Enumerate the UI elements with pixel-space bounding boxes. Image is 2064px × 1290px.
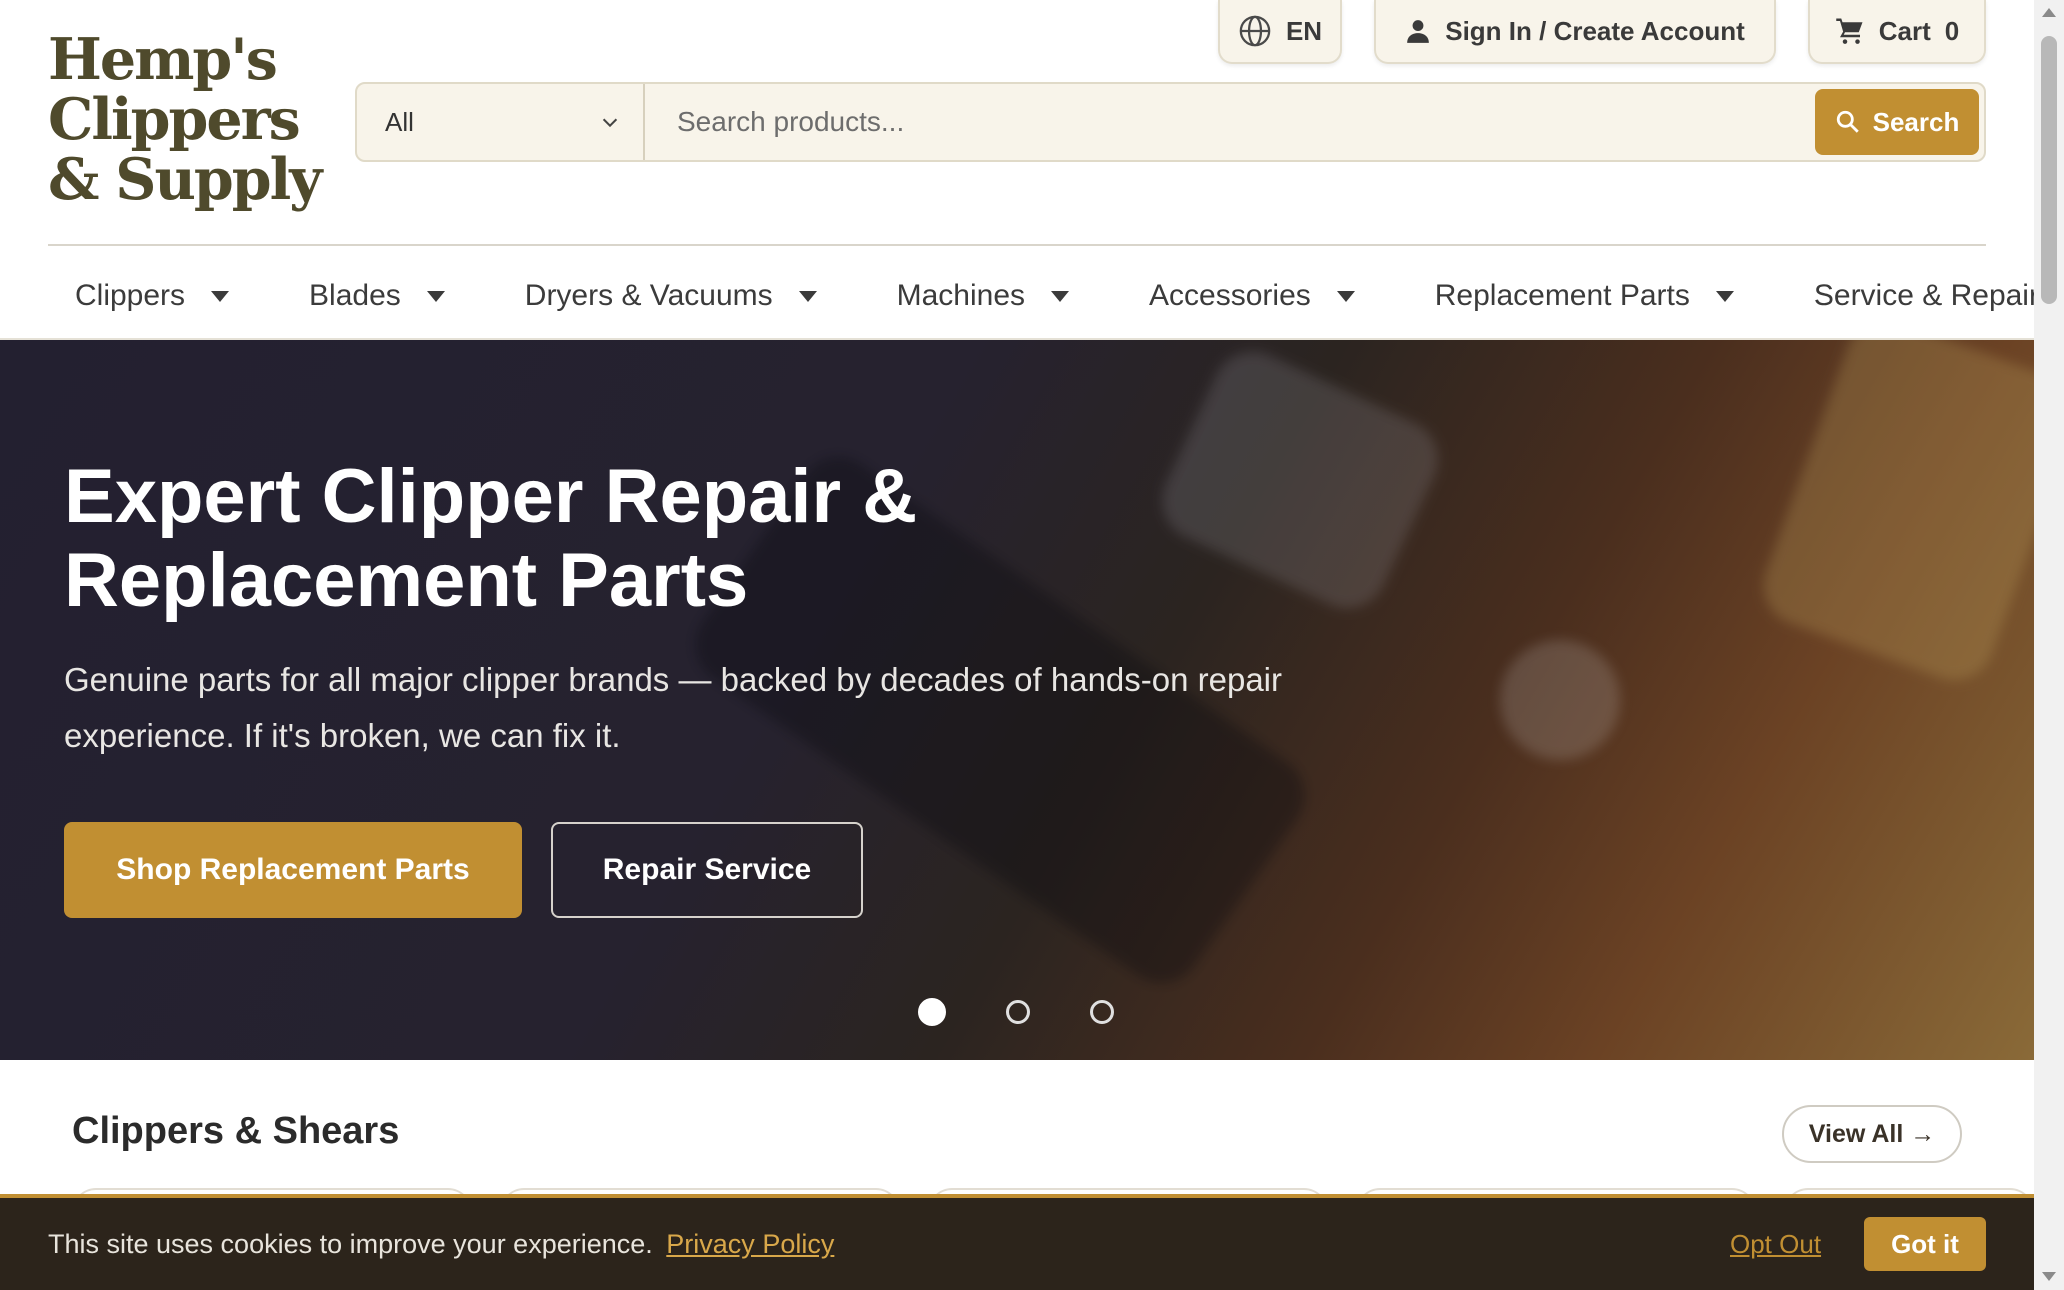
language-label: EN <box>1285 15 1323 46</box>
caret-down-icon <box>1051 290 1070 302</box>
shop-replacement-parts-button[interactable]: Shop Replacement Parts <box>64 822 522 918</box>
site-header: Hemp's Clippers & Supply EN Sign In / Cr… <box>0 0 2039 340</box>
hero-title: Expert Clipper Repair & Replacement Part… <box>64 454 918 623</box>
hero-subtitle: Genuine parts for all major clipper bran… <box>64 661 1283 754</box>
cart-icon <box>1836 18 1863 44</box>
caret-down-icon <box>798 290 817 302</box>
caret-down-icon <box>1715 290 1734 302</box>
nav-label: Replacement Parts <box>1434 279 1690 312</box>
nav-item-service-repair[interactable]: Service & Repair <box>1787 256 2064 336</box>
header-divider <box>48 244 1986 246</box>
carousel-dot-3[interactable] <box>1090 1000 1114 1024</box>
caret-down-icon <box>426 290 445 302</box>
carousel-dot-1[interactable] <box>918 998 946 1026</box>
nav-item-machines[interactable]: Machines <box>870 256 1122 336</box>
caret-down-icon <box>1336 290 1355 302</box>
cart-count: 0 <box>1944 15 1960 46</box>
accept-cookies-button[interactable]: Got it <box>1864 1217 1986 1271</box>
globe-icon <box>1239 15 1271 47</box>
search-button-label: Search <box>1872 106 1960 137</box>
cookie-banner: This site uses cookies to improve your e… <box>0 1194 2034 1290</box>
repair-service-button[interactable]: Repair Service <box>551 822 863 918</box>
carousel-indicators <box>918 998 1114 1026</box>
page-scrollbar[interactable] <box>2034 0 2064 1290</box>
search-category-value: All <box>385 106 414 137</box>
hero-bg-shape <box>1500 640 1620 760</box>
search-input[interactable] <box>645 84 1815 160</box>
search-category-select[interactable]: All <box>357 84 645 160</box>
nav-item-accessories[interactable]: Accessories <box>1122 256 1408 336</box>
section-title: Clippers & Shears <box>72 1110 400 1152</box>
nav-label: Dryers & Vacuums <box>524 279 773 312</box>
nav-item-clippers[interactable]: Clippers <box>48 256 282 336</box>
hero-bg-shape <box>1752 340 2034 692</box>
caret-down-icon <box>211 290 230 302</box>
search-button[interactable]: Search <box>1815 89 1979 155</box>
scroll-up-icon[interactable] <box>2042 8 2056 17</box>
chevron-down-icon <box>602 118 618 128</box>
opt-out-link[interactable]: Opt Out <box>1730 1229 1821 1260</box>
search-icon <box>1836 110 1859 133</box>
language-selector[interactable]: EN <box>1218 0 1342 64</box>
scrollbar-thumb[interactable] <box>2041 36 2057 304</box>
view-all-button[interactable]: View All → <box>1782 1105 1962 1163</box>
nav-item-blades[interactable]: Blades <box>282 256 498 336</box>
nav-item-dryers-vacuums[interactable]: Dryers & Vacuums <box>498 256 870 336</box>
nav-label: Accessories <box>1149 279 1311 312</box>
hero-carousel: Expert Clipper Repair & Replacement Part… <box>0 340 2034 1060</box>
cart-label: Cart <box>1878 15 1931 46</box>
sign-in-button[interactable]: Sign In / Create Account <box>1374 0 1776 64</box>
site-logo[interactable]: Hemp's Clippers & Supply <box>48 26 322 213</box>
cookie-message-text: This site uses cookies to improve your e… <box>48 1228 653 1259</box>
carousel-dot-2[interactable] <box>1006 1000 1030 1024</box>
hero-bg-shape <box>1148 340 1452 622</box>
scroll-down-icon[interactable] <box>2042 1272 2056 1281</box>
main-nav: Clippers Blades Dryers & Vacuums Machine… <box>48 256 2064 336</box>
search-bar: All Search <box>355 82 1986 162</box>
nav-label: Blades <box>309 279 401 312</box>
privacy-policy-link[interactable]: Privacy Policy <box>666 1229 834 1259</box>
logo-line-1: Hemp's <box>48 26 278 93</box>
cart-button[interactable]: Cart 0 <box>1808 0 1986 64</box>
logo-line-2: Clippers <box>48 86 301 153</box>
nav-item-replacement-parts[interactable]: Replacement Parts <box>1408 256 1787 336</box>
nav-label: Clippers <box>75 279 186 312</box>
user-icon <box>1407 20 1430 43</box>
sign-in-label: Sign In / Create Account <box>1445 15 1745 46</box>
cookie-message: This site uses cookies to improve your e… <box>48 1229 834 1260</box>
nav-label: Machines <box>896 279 1026 312</box>
nav-label: Service & Repair <box>1813 279 2039 312</box>
logo-line-3: & Supply <box>48 146 322 213</box>
